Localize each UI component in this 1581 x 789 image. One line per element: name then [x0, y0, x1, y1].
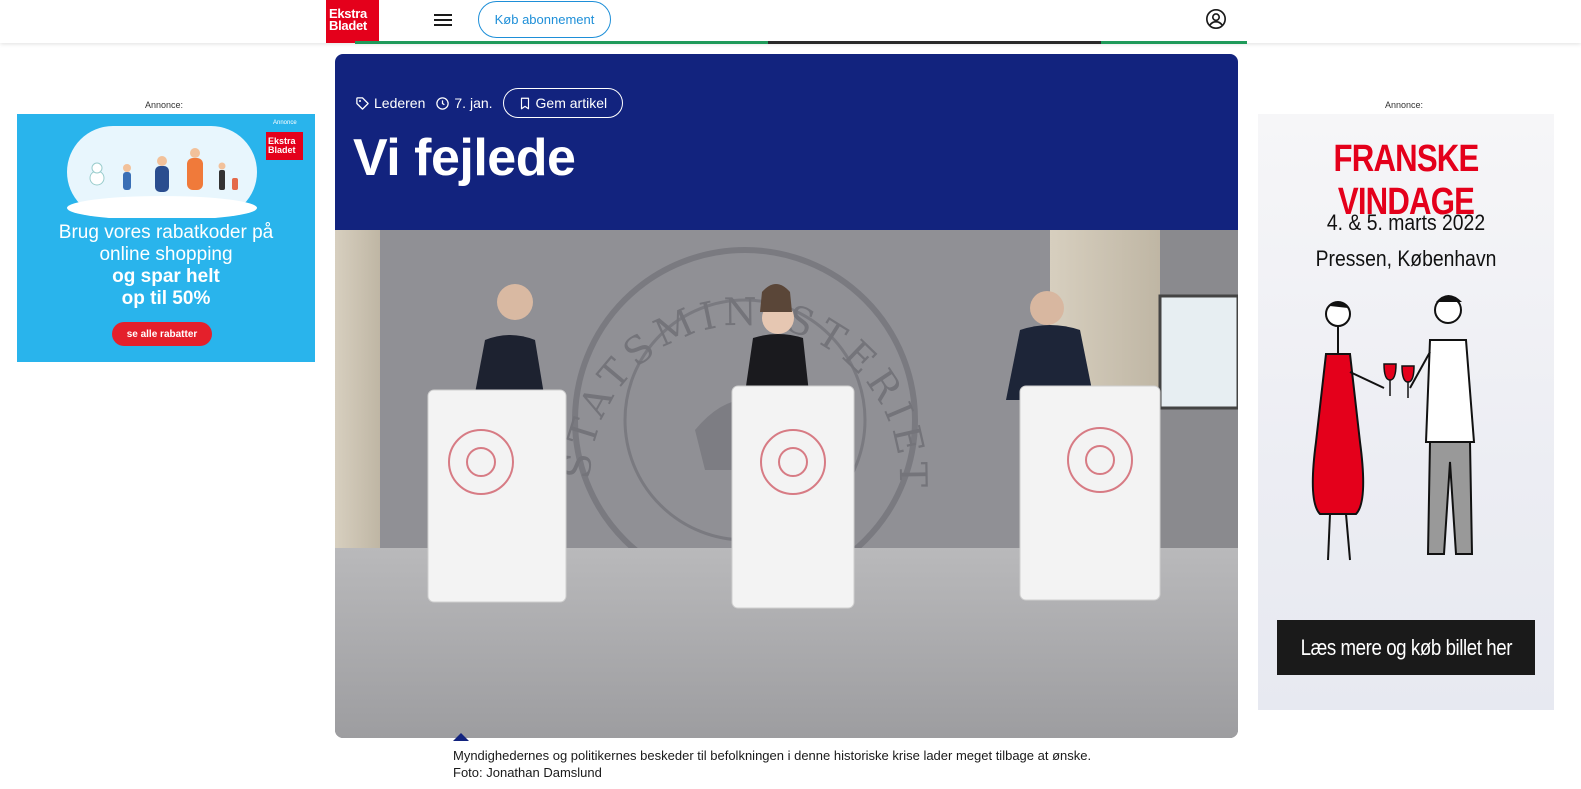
- save-article-label: Gem artikel: [535, 95, 608, 111]
- ad-right-cta-button[interactable]: Læs mere og køb billet her: [1277, 620, 1535, 675]
- header-accent-strip: [355, 41, 1247, 44]
- ad-label-right: Annonce:: [1385, 100, 1424, 110]
- article-photo-press-conference: STATSMINISTERIET: [335, 230, 1238, 738]
- menu-icon[interactable]: [434, 11, 454, 27]
- bookmark-icon: [520, 97, 529, 109]
- photo-caption: Myndighedernes og politikernes beskeder …: [453, 748, 1092, 780]
- ekstra-bladet-logo[interactable]: Ekstra Bladet: [326, 0, 379, 43]
- ad-left-cta-button[interactable]: se alle rabatter: [112, 322, 212, 346]
- article-category-tag[interactable]: Lederen: [355, 95, 425, 111]
- article-date: 7. jan.: [435, 95, 493, 111]
- article-meta: Lederen 7. jan. Gem artikel: [355, 88, 624, 118]
- ad-ekstra-bladet-logo: Ekstra Bladet: [266, 132, 303, 160]
- tag-icon: [356, 96, 369, 110]
- wine-couple-illustration: [1311, 295, 1476, 561]
- date-label: 7. jan.: [454, 95, 493, 111]
- ad-left-text-bold: og spar helt op til 50%: [112, 266, 220, 309]
- ad-right-date: 4. & 5. marts 2022: [1326, 210, 1486, 235]
- clock-icon: [436, 96, 450, 110]
- caption-marker: [453, 733, 469, 741]
- article-headline: Vi fejlede: [353, 129, 576, 187]
- ad-right-venue: Pressen, København: [1315, 246, 1497, 271]
- winter-illustration: [67, 126, 257, 220]
- save-article-button[interactable]: Gem artikel: [502, 88, 624, 118]
- user-account-icon[interactable]: [1205, 8, 1227, 30]
- ad-label-left: Annonce:: [145, 100, 184, 110]
- ad-mini-label: Annonce: [273, 120, 297, 126]
- logo-line-2: Bladet: [329, 18, 367, 33]
- category-label: Lederen: [374, 95, 426, 111]
- top-header: Ekstra Bladet Køb abonnement: [0, 0, 1581, 43]
- subscribe-button[interactable]: Køb abonnement: [478, 1, 611, 38]
- article-header: Lederen 7. jan. Gem artikel Vi fejlede: [335, 54, 1238, 230]
- ad-left-text-regular: Brug vores rabatkoder på online shopping: [58, 222, 274, 265]
- ad-banner-wine-days[interactable]: FRANSKE VINDAGE 4. & 5. marts 2022 Press…: [1258, 114, 1554, 710]
- ad-banner-discount-codes[interactable]: Annonce Ekstra Bladet Brug vores rabatko…: [17, 114, 315, 362]
